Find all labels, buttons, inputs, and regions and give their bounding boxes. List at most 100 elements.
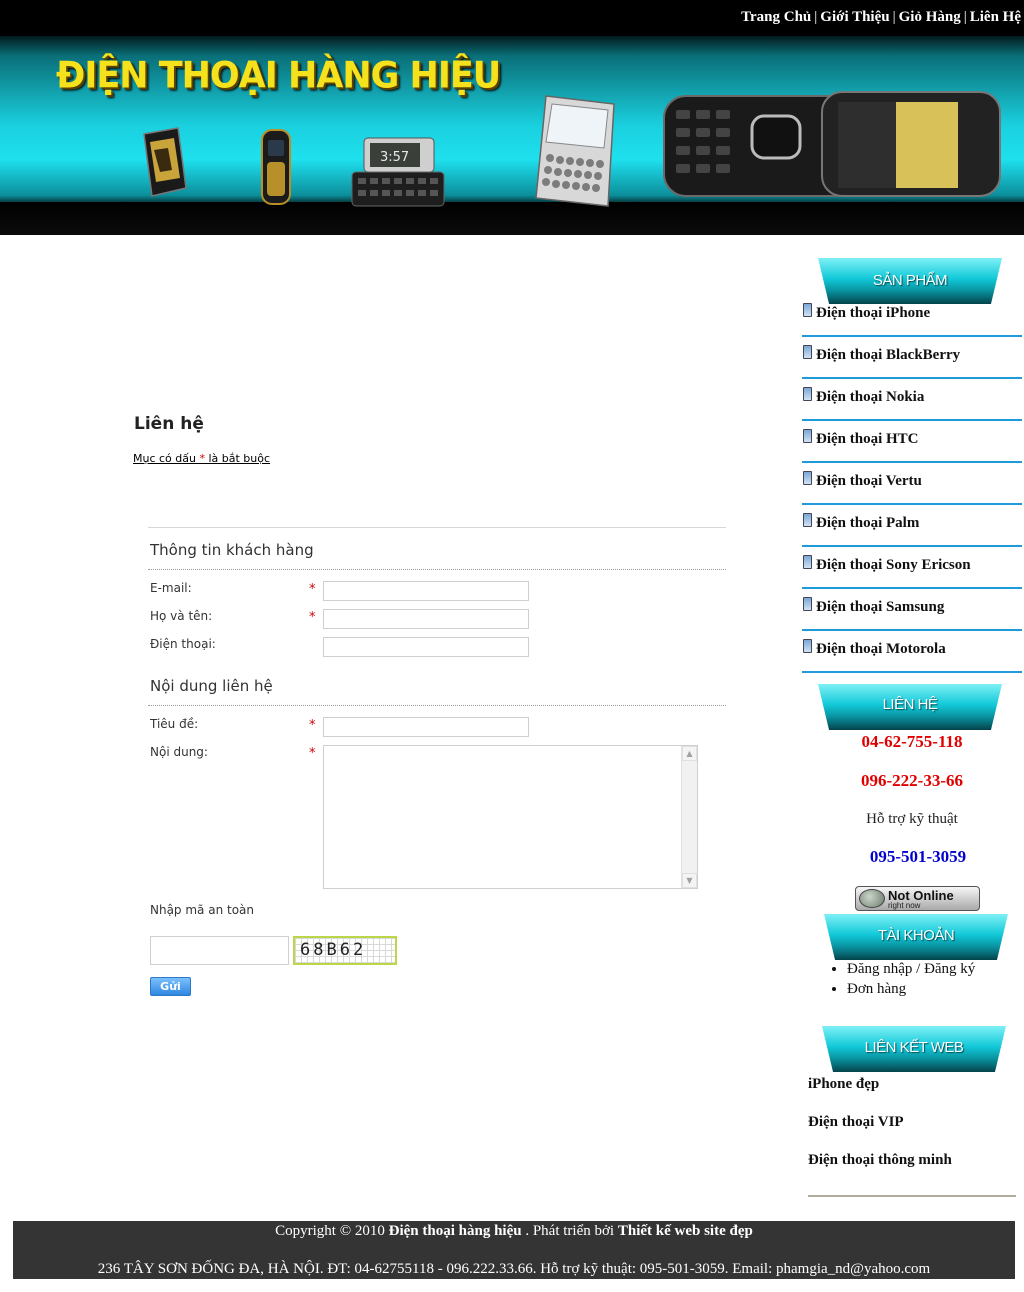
account-links: Đăng nhập / Đăng ký Đơn hàng <box>832 961 975 1001</box>
subject-field[interactable] <box>323 717 529 737</box>
sidebar-item-label: Điện thoại iPhone <box>816 305 931 321</box>
developed-by-text: . Phát triển bởi <box>521 1223 618 1239</box>
email-field[interactable] <box>323 581 529 601</box>
message-scrollbar[interactable]: ▲ ▼ <box>681 746 697 888</box>
footer-address: 236 TÂY SƠN ĐỐNG ĐA, HÀ NỘI. ĐT: 04-6275… <box>97 1261 931 1277</box>
footer: Copyright © 2010 Điện thoại hàng hiệu . … <box>13 1221 1015 1279</box>
section-divider <box>148 569 726 570</box>
required-marker: * <box>309 718 316 733</box>
scroll-down-icon[interactable]: ▼ <box>682 873 697 888</box>
weblinks-header-label: LIÊN KẾT WEB <box>864 1039 964 1056</box>
products-header-label: SẢN PHẨM <box>872 272 948 289</box>
nav-link-cart[interactable]: Giỏ Hàng <box>899 9 961 25</box>
captcha-label: Nhập mã an toàn <box>150 903 255 917</box>
footer-site-name[interactable]: Điện thoại hàng hiệu <box>389 1223 522 1239</box>
customer-info-section-title: Thông tin khách hàng <box>150 541 314 559</box>
nokia-phone-image <box>663 91 1001 197</box>
phone-icon <box>803 513 812 527</box>
message-textarea[interactable] <box>323 745 698 889</box>
top-nav-bar: Trang Chủ | Giới Thiệu | Giỏ Hàng | Liên Hệ <box>0 0 1024 36</box>
page-title: Liên hệ <box>134 414 204 434</box>
footer-developer-link[interactable]: Thiết kế web site đẹp <box>618 1223 753 1239</box>
required-fields-note: Mục có dấu * là bắt buộc <box>133 452 270 465</box>
sidebar-item-sony-ericson[interactable]: Điện thoại Sony Ericson <box>802 547 1022 589</box>
vertu-phone-image <box>261 129 291 205</box>
slider-phone-image: 3:57 <box>351 137 445 207</box>
support-phone: 095-501-3059 <box>869 847 967 866</box>
sidebar-item-nokia[interactable]: Điện thoại Nokia <box>802 379 1022 421</box>
phone-icon <box>803 639 812 653</box>
blackberry-phone-image <box>535 95 615 207</box>
nav-link-home[interactable]: Trang Chủ <box>741 9 811 25</box>
account-header: TÀI KHOẢN <box>824 914 1008 960</box>
sidebar-bottom-divider <box>808 1195 1016 1197</box>
sidebar-item-motorola[interactable]: Điện thoại Motorola <box>802 631 1022 673</box>
status-sub-text: right now <box>888 901 921 910</box>
support-label: Hỗ trợ kỹ thuật <box>866 811 958 827</box>
nav-separator: | <box>814 9 818 25</box>
hotline-2: 096-222-33-66 <box>861 771 963 790</box>
phone-screen-clock: 3:57 <box>380 150 409 165</box>
captcha-image: 68B62 <box>293 936 397 965</box>
required-marker: * <box>309 582 316 597</box>
captcha-code: 68B62 <box>300 940 367 960</box>
required-marker: * <box>309 610 316 625</box>
online-status-badge[interactable]: Not Online right now <box>855 886 980 911</box>
top-nav-links: Trang Chủ | Giới Thiệu | Giỏ Hàng | Liên Hệ <box>741 9 1021 26</box>
header-banner: ĐIỆN THOẠI HÀNG HIỆU 3:57 <box>0 36 1024 235</box>
message-label: Nội dung: <box>150 745 208 759</box>
phone-field[interactable] <box>323 637 529 657</box>
sidebar-item-label: Điện thoại Nokia <box>816 389 925 405</box>
account-header-label: TÀI KHOẢN <box>877 927 955 944</box>
phone-icon <box>803 387 812 401</box>
copyright-text: Copyright © 2010 <box>275 1223 389 1239</box>
sidebar-item-label: Điện thoại Vertu <box>816 473 922 489</box>
sidebar-item-label: Điện thoại Palm <box>816 515 920 531</box>
banner-title: ĐIỆN THOẠI HÀNG HIỆU <box>56 55 501 97</box>
phone-icon <box>803 345 812 359</box>
flip-phone-image <box>143 127 187 197</box>
footer-copyright: Copyright © 2010 Điện thoại hàng hiệu . … <box>13 1223 1015 1240</box>
send-button[interactable]: Gửi <box>150 977 191 996</box>
required-note-text: Mục có dấu <box>133 452 200 465</box>
phone-icon <box>803 429 812 443</box>
sidebar-item-label: Điện thoại Sony Ericson <box>816 557 971 573</box>
sidebar-item-label: Điện thoại Samsung <box>816 599 945 615</box>
full-name-label: Họ và tên: <box>150 609 213 623</box>
email-label: E-mail: <box>150 581 192 595</box>
section-divider <box>148 705 726 706</box>
phone-icon <box>803 471 812 485</box>
nav-link-about[interactable]: Giới Thiệu <box>820 9 889 25</box>
weblink-dien-thoai-thong-minh[interactable]: Điện thoại thông minh <box>808 1152 952 1169</box>
scroll-up-icon[interactable]: ▲ <box>682 746 697 761</box>
subject-label: Tiêu đề: <box>150 717 199 731</box>
sidebar-item-blackberry[interactable]: Điện thoại BlackBerry <box>802 337 1022 379</box>
form-top-divider <box>148 527 726 528</box>
weblink-iphone-dep[interactable]: iPhone đẹp <box>808 1076 879 1093</box>
sidebar-item-htc[interactable]: Điện thoại HTC <box>802 421 1022 463</box>
contact-header: LIÊN HỆ <box>818 684 1002 730</box>
phone-label: Điện thoại: <box>150 637 216 651</box>
nav-separator: | <box>963 9 967 25</box>
sidebar-item-label: Điện thoại Motorola <box>816 641 946 657</box>
full-name-field[interactable] <box>323 609 529 629</box>
orders-link[interactable]: Đơn hàng <box>847 981 975 1001</box>
nav-separator: | <box>892 9 896 25</box>
sidebar-item-label: Điện thoại HTC <box>816 431 919 447</box>
sidebar-item-label: Điện thoại BlackBerry <box>816 347 961 363</box>
phone-icon <box>803 597 812 611</box>
captcha-input[interactable] <box>150 936 289 965</box>
sidebar-item-vertu[interactable]: Điện thoại Vertu <box>802 463 1022 505</box>
sidebar-item-palm[interactable]: Điện thoại Palm <box>802 505 1022 547</box>
nav-link-contact[interactable]: Liên Hệ <box>970 9 1021 25</box>
sidebar-item-iphone[interactable]: Điện thoại iPhone <box>802 295 1022 337</box>
banner-floor <box>0 202 1024 235</box>
weblinks-header: LIÊN KẾT WEB <box>822 1026 1006 1072</box>
login-register-link[interactable]: Đăng nhập / Đăng ký <box>847 961 975 981</box>
weblink-dien-thoai-vip[interactable]: Điện thoại VIP <box>808 1114 904 1131</box>
sidebar-item-samsung[interactable]: Điện thoại Samsung <box>802 589 1022 631</box>
required-note-text-end: là bắt buộc <box>204 452 271 465</box>
contact-header-label: LIÊN HỆ <box>882 696 938 713</box>
hotline-1: 04-62-755-118 <box>861 732 963 751</box>
required-marker: * <box>309 746 316 761</box>
